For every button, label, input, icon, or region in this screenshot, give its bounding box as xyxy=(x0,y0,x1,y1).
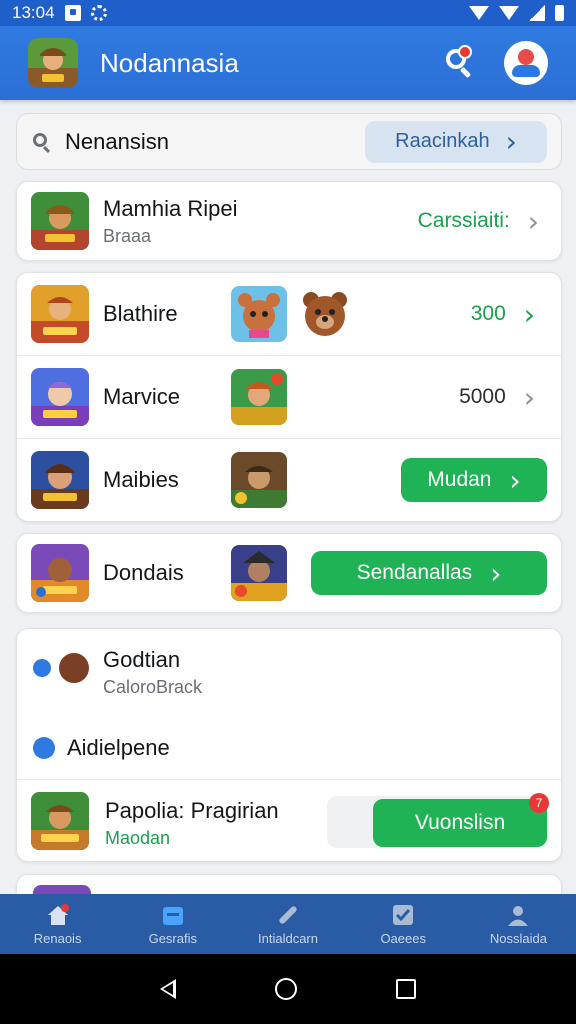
nav-home[interactable]: Renaois xyxy=(0,894,115,954)
list-item[interactable]: Maibies Mudan › xyxy=(17,438,561,521)
notification-icon xyxy=(64,5,81,21)
signal-icon xyxy=(529,5,545,21)
item-title: Papolia: Pragirian xyxy=(105,798,279,823)
button-label: Sendanallas xyxy=(356,561,473,584)
game-thumbnail xyxy=(31,792,89,850)
person-icon xyxy=(506,903,530,927)
list-item[interactable]: Marvice 5000 › xyxy=(17,355,561,438)
item-subtitle: Maodan xyxy=(105,828,171,848)
bottom-navigation: Renaois Gesrafis Intialdcarn Oaeees Noss… xyxy=(0,894,576,954)
chevron-right-icon: › xyxy=(527,204,539,238)
item-value-label: 5000 xyxy=(459,385,506,408)
featured-card[interactable]: Mamhia Ripei Braaa Carssiaiti: › xyxy=(16,181,562,261)
chevron-right-icon: › xyxy=(490,556,502,590)
wrench-icon xyxy=(276,903,300,927)
search-icon-handle xyxy=(459,66,472,79)
system-navigation-bar xyxy=(0,954,576,1024)
search-bar[interactable]: Nenansisn Raacinkah › xyxy=(16,113,562,170)
search-action-button[interactable]: Raacinkah › xyxy=(365,120,547,163)
item-title: Marvice xyxy=(103,384,181,409)
search-button[interactable] xyxy=(442,45,478,81)
section-card: Godtian CaloroBrack Aidielpene Papolia: … xyxy=(16,628,562,862)
chevron-right-icon: › xyxy=(509,463,521,497)
settings-status-icon xyxy=(90,5,107,21)
list-item[interactable]: Dondais Sendanallas › xyxy=(17,534,561,612)
nav-label: Renaois xyxy=(33,930,82,946)
info-icon xyxy=(33,737,55,759)
game-list-card-2: Dondais Sendanallas › xyxy=(16,533,562,613)
battery-icon xyxy=(555,5,564,21)
wifi-icon xyxy=(469,6,489,20)
chevron-right-icon: › xyxy=(523,297,535,331)
bear-icon xyxy=(59,653,89,683)
nav-tasks[interactable]: Oaeees xyxy=(346,894,461,954)
item-action-label: Carssiaiti: xyxy=(417,209,510,232)
avatar-body xyxy=(512,65,540,77)
section-group-subtitle: CaloroBrack xyxy=(103,677,203,697)
character-thumbnail xyxy=(231,545,287,601)
item-title: Dondais xyxy=(103,560,184,585)
nav-label: Intialdcarn xyxy=(258,930,318,946)
item-value-label: 300 xyxy=(470,302,506,325)
button-label: Vuonslisn xyxy=(414,811,506,834)
game-thumbnail xyxy=(31,285,89,343)
item-subtitle: Braaa xyxy=(103,225,152,246)
section-group-icons xyxy=(33,653,89,683)
item-value[interactable]: 5000 › xyxy=(459,381,535,414)
back-icon[interactable] xyxy=(159,979,176,999)
store-icon xyxy=(161,903,185,927)
section-subheading: Aidielpene xyxy=(33,735,170,761)
nav-tools[interactable]: Intialdcarn xyxy=(230,894,345,954)
item-title: Maibies xyxy=(103,467,179,492)
game-thumbnail xyxy=(31,192,89,250)
chevron-right-icon: › xyxy=(523,380,535,414)
nav-profile[interactable]: Nosslaida xyxy=(461,894,576,954)
search-icon xyxy=(31,131,53,153)
home-icon xyxy=(46,903,70,927)
app-bar: Nodannasia xyxy=(0,26,576,100)
chevron-right-icon: › xyxy=(505,125,517,158)
search-input[interactable]: Nenansisn xyxy=(65,129,365,155)
profile-button[interactable] xyxy=(504,41,548,85)
game-thumbnail xyxy=(31,368,89,426)
nav-label: Gesrafis xyxy=(148,930,197,946)
game-thumbnail xyxy=(31,451,89,509)
section-group-title: Godtian xyxy=(103,647,181,672)
item-title: Mamhia Ripei xyxy=(103,195,238,221)
game-thumbnail xyxy=(31,544,89,602)
character-thumbnail xyxy=(231,286,287,342)
sendanallas-button[interactable]: Sendanallas › xyxy=(311,551,547,595)
recents-icon[interactable] xyxy=(396,979,417,999)
app-logo[interactable] xyxy=(28,38,78,88)
notification-dot xyxy=(458,45,472,59)
character-thumbnail xyxy=(231,369,287,425)
nav-games[interactable]: Gesrafis xyxy=(115,894,230,954)
item-action[interactable]: Carssiaiti: › xyxy=(418,205,539,238)
game-list-card: Blathire 300 › Marvice 5000 › Maibies Mu… xyxy=(16,272,562,522)
nav-label: Oaeees xyxy=(380,930,426,946)
list-item[interactable]: Papolia: Pragirian Maodan Vuonslisn 7 xyxy=(17,779,561,861)
item-title: Blathire xyxy=(103,301,178,326)
nav-label: Nosslaida xyxy=(489,930,547,946)
list-item[interactable]: Mamhia Ripei Braaa Carssiaiti: › xyxy=(17,182,561,260)
button-label: Mudan xyxy=(427,468,492,491)
notification-badge: 7 xyxy=(529,793,549,813)
status-bar: 13:04 xyxy=(0,0,576,26)
home-button-icon[interactable] xyxy=(274,978,297,1000)
search-action-label: Raacinkah xyxy=(395,130,490,152)
wifi-icon-2 xyxy=(499,6,519,20)
list-item[interactable]: Blathire 300 › xyxy=(17,273,561,355)
section-subheading-label: Aidielpene xyxy=(67,735,170,760)
status-time: 13:04 xyxy=(12,3,55,22)
mudan-button[interactable]: Mudan › xyxy=(401,458,547,502)
avatar-head xyxy=(518,49,534,65)
vuonslisn-button[interactable]: Vuonslisn 7 xyxy=(373,793,549,847)
item-value[interactable]: 300 › xyxy=(471,298,535,331)
character-thumbnail xyxy=(231,452,287,508)
bear-icon xyxy=(297,286,353,342)
checkbox-icon xyxy=(391,903,415,927)
flower-icon xyxy=(33,659,51,677)
app-title: Nodannasia xyxy=(100,47,239,78)
